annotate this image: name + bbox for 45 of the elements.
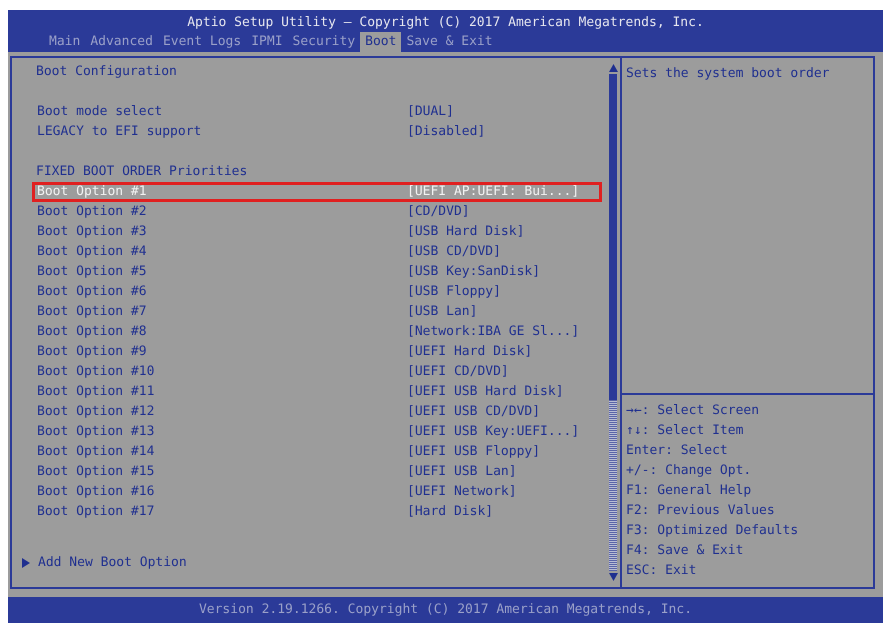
section-heading: FIXED BOOT ORDER Priorities <box>35 163 248 181</box>
section-heading: Boot Configuration <box>35 63 178 81</box>
setting-row[interactable]: Boot Option #2 [CD/DVD] <box>32 202 602 222</box>
key-hint: ↑↓: Select Item <box>626 422 744 440</box>
submenu-item[interactable]: Add New Boot Option <box>38 553 187 573</box>
scrollbar-thumb[interactable] <box>609 74 617 400</box>
help-text: Sets the system boot order <box>625 66 830 83</box>
menu-tab[interactable]: Security <box>288 32 360 52</box>
triangle-icon <box>22 558 30 568</box>
setting-row[interactable]: Boot Option #17 [Hard Disk] <box>32 502 602 522</box>
setting-row[interactable]: Boot Option #4 [USB CD/DVD] <box>32 242 602 262</box>
menu-tab[interactable]: Advanced <box>85 32 158 52</box>
key-hint: F3: Optimized Defaults <box>626 522 800 540</box>
setting-row[interactable]: Boot Option #9 [UEFI Hard Disk] <box>32 342 602 362</box>
menu-tab[interactable]: Main <box>44 32 86 52</box>
setting-row[interactable]: Boot Option #3 [USB Hard Disk] <box>32 222 602 242</box>
setting-row[interactable]: Boot Option #8 [Network:IBA GE Sl...] <box>32 322 602 342</box>
window-title: Aptio Setup Utility – Copyright (C) 2017 American Megatrends, Inc. <box>186 14 705 32</box>
key-hint: +/-: Change Opt. <box>626 462 752 480</box>
setting-row[interactable]: Boot Option #6 [USB Floppy] <box>32 282 602 302</box>
key-hint: F2: Previous Values <box>626 502 776 520</box>
setting-row[interactable]: Boot Option #16 [UEFI Network] <box>32 482 602 502</box>
key-hint: ESC: Exit <box>626 562 698 580</box>
key-hint: F4: Save & Exit <box>626 542 744 560</box>
scroll-down-icon[interactable] <box>608 573 618 581</box>
menu-tab[interactable]: IPMI <box>246 32 288 52</box>
setting-row[interactable]: LEGACY to EFI support [Disabled] <box>32 122 602 142</box>
setting-row[interactable]: Boot Option #15 [UEFI USB Lan] <box>32 462 602 482</box>
setting-row[interactable]: Boot Option #12 [UEFI USB CD/DVD] <box>32 402 602 422</box>
setting-row[interactable]: Boot Option #1 [UEFI AP:UEFI: Bui...] <box>32 182 602 202</box>
key-hint: Enter: Select <box>626 442 729 460</box>
key-hint: →←: Select Screen <box>626 402 760 420</box>
setting-row[interactable]: Boot Option #5 [USB Key:SanDisk] <box>32 262 602 282</box>
menu-tab[interactable]: Event Logs <box>158 32 246 52</box>
menu-tab[interactable]: Boot <box>360 32 402 52</box>
setting-row[interactable]: Boot Option #7 [USB Lan] <box>32 302 602 322</box>
setting-row[interactable]: Boot Option #13 [UEFI USB Key:UEFI...] <box>32 422 602 442</box>
menu-tab[interactable]: Save & Exit <box>401 32 498 52</box>
setting-row[interactable]: Boot mode select [DUAL] <box>32 102 602 122</box>
setting-row[interactable]: Boot Option #14 [UEFI USB Floppy] <box>32 442 602 462</box>
scroll-up-icon[interactable] <box>608 64 618 72</box>
setting-row[interactable]: Boot Option #10 [UEFI CD/DVD] <box>32 362 602 382</box>
setting-row[interactable]: Boot Option #11 [UEFI USB Hard Disk] <box>32 382 602 402</box>
key-hint: F1: General Help <box>626 482 752 500</box>
version-footer: Version 2.19.1266. Copyright (C) 2017 American Megatrends, Inc. <box>8 597 883 623</box>
